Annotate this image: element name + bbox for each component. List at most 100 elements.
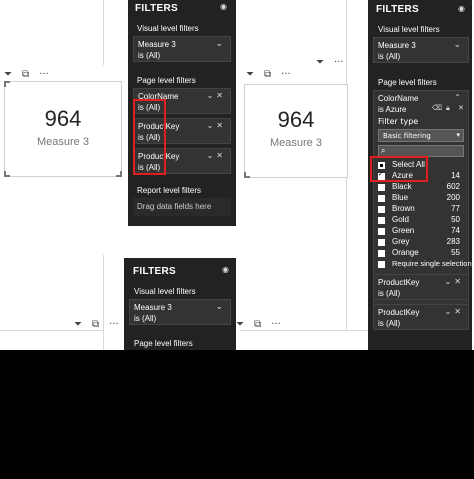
eye-icon[interactable]: ◉: [458, 4, 465, 13]
resize-handle[interactable]: [116, 171, 122, 177]
more-options-icon[interactable]: ···: [271, 320, 281, 330]
value-checkbox[interactable]: [378, 250, 385, 257]
filters-pane: FILTERS ◉ Visual level filters Measure 3…: [124, 258, 236, 350]
focus-mode-icon[interactable]: ⧉: [22, 70, 29, 80]
value-count: 602: [446, 182, 460, 191]
filter-card-name: ProductKey: [378, 278, 420, 287]
canvas-divider: [240, 330, 370, 331]
chevron-down-icon[interactable]: ⌄✕: [207, 151, 226, 160]
list-item[interactable]: Require single selection: [378, 259, 472, 270]
card-visual[interactable]: 964 Measure 3: [244, 84, 348, 178]
value-checkbox[interactable]: [378, 195, 385, 202]
more-options-icon[interactable]: ···: [39, 70, 49, 80]
filter-card-state: is (All): [378, 289, 401, 298]
value-checkbox[interactable]: [378, 217, 385, 224]
chevron-down-icon[interactable]: ⌄: [215, 302, 226, 312]
filter-card[interactable]: ProductKey is (All) ⌄✕: [373, 274, 469, 300]
require-single-label: Require single selection: [392, 259, 472, 268]
value-checkbox[interactable]: [378, 206, 385, 213]
list-item[interactable]: Blue 200: [378, 193, 460, 204]
filter-card-state: is (All): [378, 319, 401, 328]
resize-handle[interactable]: [4, 81, 10, 87]
eye-icon[interactable]: ◉: [222, 265, 229, 274]
chevron-down-icon[interactable]: ⌄✕: [445, 307, 464, 316]
list-item[interactable]: Azure 14: [378, 170, 460, 182]
funnel-icon[interactable]: ⏷: [4, 70, 12, 80]
canvas-divider: [0, 330, 103, 331]
value-name: Blue: [392, 193, 409, 202]
funnel-icon[interactable]: ⏷: [74, 320, 82, 330]
card-visual[interactable]: 964 Measure 3: [4, 81, 122, 177]
select-all-label: Select All: [392, 160, 425, 169]
filter-type-dropdown[interactable]: Basic filtering ▾: [378, 129, 464, 142]
resize-handle[interactable]: [244, 172, 250, 178]
eraser-icon[interactable]: ⌫: [432, 104, 442, 112]
funnel-icon[interactable]: ⏷: [236, 320, 244, 330]
chevron-down-icon[interactable]: ⌄✕: [445, 277, 464, 286]
list-item[interactable]: Select All: [378, 160, 460, 171]
value-name: Black: [392, 182, 412, 191]
focus-mode-icon[interactable]: ⧉: [254, 320, 261, 330]
more-options-icon[interactable]: ···: [334, 58, 344, 68]
pane-title: FILTERS: [376, 4, 420, 15]
report-level-filters-label: Report level filters: [137, 186, 202, 195]
visual-level-filters-label: Visual level filters: [137, 24, 199, 33]
filter-card-state: is (All): [138, 51, 161, 60]
list-item[interactable]: Grey 283: [378, 237, 460, 248]
lock-icon[interactable]: 🔒︎: [446, 104, 450, 113]
search-icon: ⌕: [381, 146, 386, 155]
value-checkbox[interactable]: [378, 228, 385, 235]
value-checkbox[interactable]: [378, 239, 385, 246]
filters-pane: FILTERS ◉ Visual level filters Measure 3…: [368, 0, 472, 350]
eye-icon[interactable]: ◉: [220, 2, 227, 11]
value-checkbox[interactable]: [378, 170, 385, 180]
value-count: 200: [446, 193, 460, 202]
filter-type-value: Basic filtering: [383, 132, 431, 140]
visual-header: ⏷ ⧉ ···: [4, 70, 49, 80]
chevron-down-icon[interactable]: ⌄✕: [207, 91, 226, 100]
close-icon[interactable]: ✕: [458, 104, 464, 112]
value-count: 77: [451, 204, 460, 213]
list-item[interactable]: Green 74: [378, 226, 460, 237]
more-options-icon[interactable]: ···: [109, 320, 119, 330]
chevron-down-icon[interactable]: ⌄: [215, 39, 226, 49]
value-count: 74: [451, 226, 460, 235]
filter-card-name: Measure 3: [378, 41, 416, 50]
filter-card-state: is Azure: [378, 105, 407, 114]
filter-card[interactable]: Measure 3 is (All) ⌄: [133, 36, 231, 62]
chevron-down-icon[interactable]: ⌄✕: [207, 121, 226, 130]
list-item[interactable]: Brown 77: [378, 204, 460, 215]
drop-zone[interactable]: Drag data fields here: [133, 198, 231, 216]
require-single-checkbox[interactable]: [378, 261, 385, 268]
value-name: Gold: [392, 215, 409, 224]
list-item[interactable]: Orange 55: [378, 248, 460, 259]
visual-header: ⏷ ···: [316, 58, 344, 68]
value-name: Orange: [392, 248, 419, 257]
filter-card-name: Measure 3: [138, 40, 176, 49]
list-item[interactable]: Black 602: [378, 182, 460, 193]
chevron-down-icon[interactable]: ⌄: [453, 40, 464, 50]
select-all-checkbox[interactable]: [378, 162, 385, 169]
visual-header: ⏷ ⧉ ···: [246, 70, 291, 80]
value-name: Grey: [392, 237, 410, 246]
filter-card-name: ColorName: [378, 94, 419, 103]
list-item[interactable]: Gold 50: [378, 215, 460, 226]
resize-handle[interactable]: [4, 171, 10, 177]
filter-card[interactable]: Measure 3 is (All) ⌄: [129, 299, 231, 325]
filter-card[interactable]: ProductKey is (All) ⌄✕: [373, 304, 469, 330]
pane-title: FILTERS: [133, 266, 177, 277]
funnel-icon[interactable]: ⏷: [316, 58, 324, 68]
card-label: Measure 3: [270, 137, 322, 149]
report-canvas: ⏷ ⧉ ··· 964 Measure 3 ⏷ ⧉ ··· 964 Measur…: [0, 0, 474, 350]
filter-card[interactable]: Measure 3 is (All) ⌄: [373, 37, 469, 63]
visual-header: ⏷ ⧉ ···: [236, 320, 281, 330]
value-checkbox[interactable]: [378, 184, 385, 191]
more-options-icon[interactable]: ···: [281, 70, 291, 80]
pane-title: FILTERS: [135, 3, 179, 14]
chevron-up-icon[interactable]: ⌃: [454, 93, 464, 102]
focus-mode-icon[interactable]: ⧉: [264, 70, 271, 80]
funnel-icon[interactable]: ⏷: [246, 70, 254, 80]
card-value: 964: [44, 106, 82, 131]
focus-mode-icon[interactable]: ⧉: [92, 320, 99, 330]
canvas-divider: [103, 0, 104, 65]
